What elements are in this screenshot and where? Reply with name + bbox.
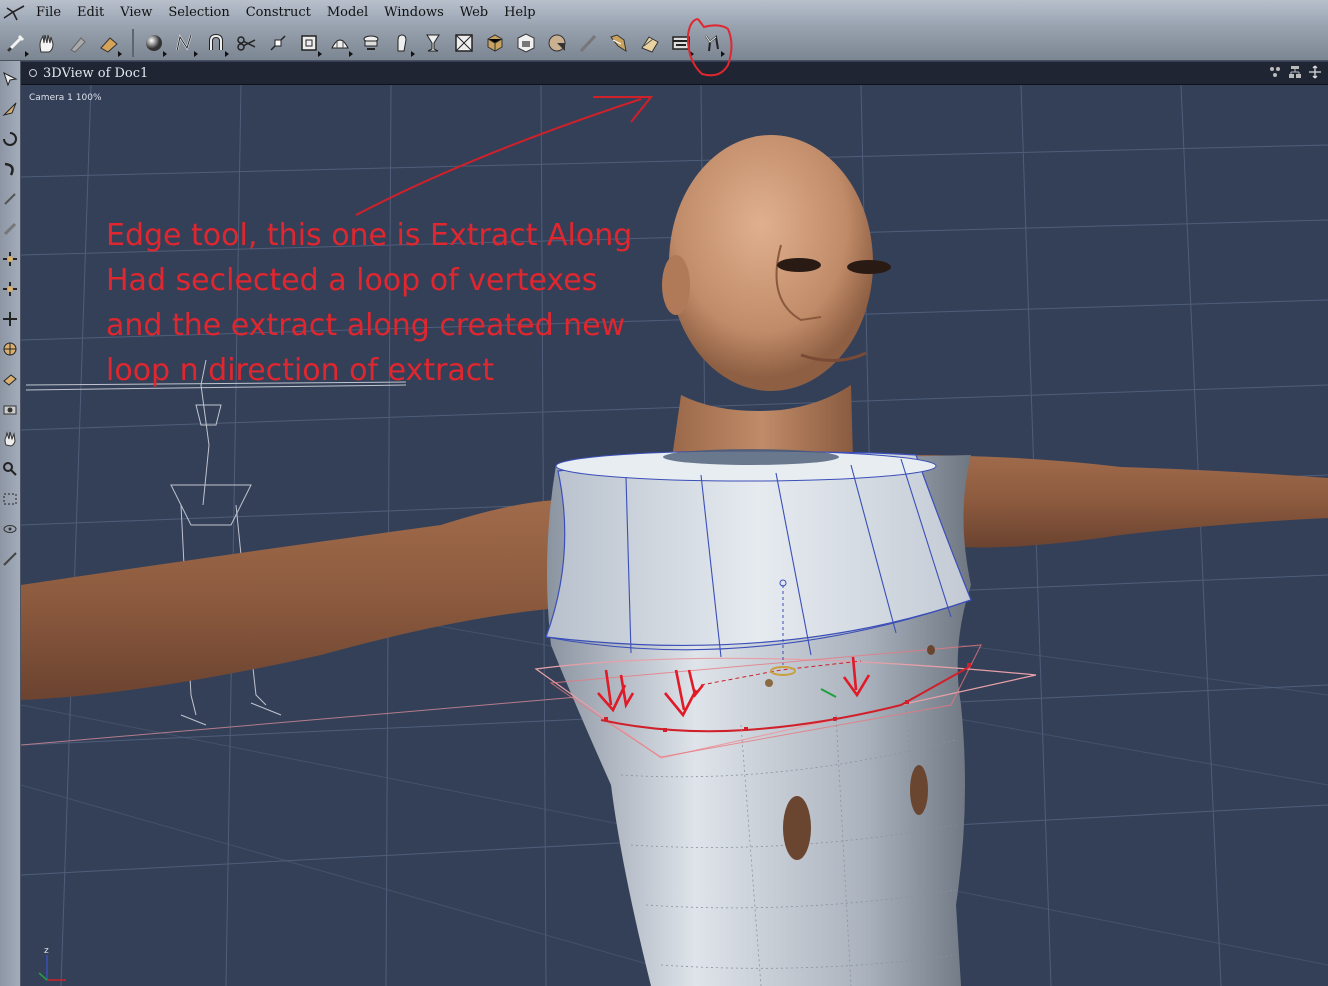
texture-spot [783,796,811,860]
view-tree-icon[interactable] [1288,65,1302,79]
translate-y-icon[interactable] [1,277,19,301]
camera-icon[interactable] [1,397,19,421]
lathe-icon[interactable] [419,28,447,58]
3d-viewport[interactable]: z Camera 1 100% Edge tool, this one is E… [21,85,1328,986]
cube-icon[interactable] [481,28,509,58]
sphere-icon[interactable] [140,28,168,58]
marquee-icon[interactable] [1,487,19,511]
app-logo-icon [0,0,28,25]
annotation-line: Edge tool, this one is Extract Along [106,218,633,253]
annotation-arrow [355,96,654,216]
bevel-icon[interactable] [295,28,323,58]
morph-icon[interactable] [698,28,726,58]
pen-icon[interactable] [171,28,199,58]
universal-icon[interactable] [1,337,19,361]
view-title: 3DView of Doc1 [43,65,149,81]
link-icon[interactable] [1,217,19,241]
figure-icon[interactable] [605,28,633,58]
wand-icon[interactable] [574,28,602,58]
rotate-icon[interactable] [1,127,19,151]
svg-text:z: z [44,946,49,956]
menu-construct[interactable]: Construct [238,0,319,25]
annotation-line: and the extract along created new [106,308,626,343]
bend-icon[interactable] [636,28,664,58]
texture-spot [927,645,935,655]
texture-icon[interactable] [512,28,540,58]
menu-file[interactable]: File [28,0,69,25]
view-resize-icon[interactable] [1308,65,1322,79]
brush-icon[interactable] [2,28,30,58]
translate-x-icon[interactable] [1,247,19,271]
magnet-icon[interactable] [202,28,230,58]
texture-spot [910,765,928,815]
view-collapse-icon[interactable] [29,69,37,77]
ground-plane-edge [21,694,602,746]
hand-icon[interactable] [33,28,61,58]
box-select-icon[interactable] [450,28,478,58]
extract-along-icon[interactable] [667,28,695,58]
move-icon[interactable] [1,97,19,121]
eye-icon[interactable] [1,517,19,541]
toolbar-separator [132,28,134,57]
view-options-icon[interactable] [1268,65,1282,79]
dome-icon[interactable] [326,28,354,58]
menu-view[interactable]: View [112,0,160,25]
annotation-line: Had seclected a loop of vertexes [106,263,598,298]
zoom-icon[interactable] [1,457,19,481]
eraser-icon[interactable] [95,28,123,58]
paint-icon[interactable] [64,28,92,58]
left-arm [21,499,621,700]
menu-help[interactable]: Help [496,0,544,25]
shape-icon[interactable] [388,28,416,58]
arrow-select-icon[interactable] [1,67,19,91]
line-tool-icon[interactable] [1,547,19,571]
view-title-bar: 3DView of Doc1 [21,62,1328,85]
vertex-icon[interactable] [264,28,292,58]
menu-model[interactable]: Model [319,0,376,25]
pan-hand-icon[interactable] [1,427,19,451]
menu-web[interactable]: Web [452,0,496,25]
translate-z-icon[interactable] [1,307,19,331]
menu-edit[interactable]: Edit [69,0,112,25]
scale-icon[interactable] [1,367,19,391]
main-toolbar [0,25,1328,61]
left-tool-strip [0,61,21,986]
annotation-line: loop n direction of extract [106,353,495,388]
extrude-icon[interactable] [357,28,385,58]
scissors-icon[interactable] [233,28,261,58]
head [662,135,891,391]
menu-selection[interactable]: Selection [160,0,237,25]
menu-windows[interactable]: Windows [376,0,452,25]
twist-icon[interactable] [1,157,19,181]
camera-label: Camera 1 100% [29,93,102,103]
material-ball-icon[interactable] [543,28,571,58]
view-controls [1268,65,1322,79]
menu-bar: File Edit View Selection Construct Model… [0,0,1328,26]
pencil-icon[interactable] [1,187,19,211]
annotation-text: Edge tool, this one is Extract Along Had… [106,213,632,393]
